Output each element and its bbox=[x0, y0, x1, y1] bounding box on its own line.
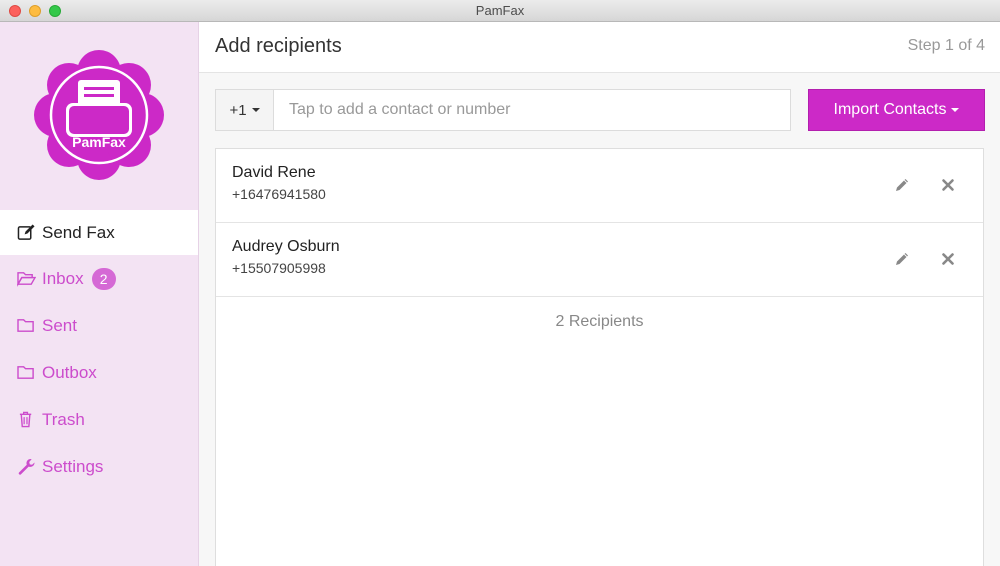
page-title: Add recipients bbox=[215, 35, 342, 57]
sidebar-item-label: Settings bbox=[42, 456, 104, 476]
sidebar-item-label: Outbox bbox=[42, 362, 97, 382]
chevron-down-icon bbox=[251, 108, 260, 112]
window-title: PamFax bbox=[475, 3, 525, 18]
sidebar-item-label: Inbox bbox=[42, 268, 84, 288]
recipient-row: David Rene +16476941580 bbox=[216, 149, 983, 223]
edit-icon bbox=[17, 224, 37, 242]
recipient-row: Audrey Osburn +15507905998 bbox=[216, 223, 983, 297]
recipients-list: David Rene +16476941580 Audrey Osburn +1… bbox=[215, 148, 984, 566]
contact-search-input[interactable] bbox=[274, 90, 790, 130]
sidebar-item-settings[interactable]: Settings bbox=[0, 443, 198, 490]
chevron-down-icon bbox=[951, 108, 960, 112]
close-icon[interactable] bbox=[940, 251, 956, 267]
recipients-count: 2 Recipients bbox=[555, 313, 644, 330]
wrench-icon bbox=[17, 458, 37, 476]
country-code-dropdown[interactable]: +1 bbox=[216, 90, 274, 130]
close-icon[interactable] bbox=[940, 177, 956, 193]
unread-count-badge: 2 bbox=[91, 267, 116, 290]
sidebar-item-label: Send Fax bbox=[42, 222, 115, 242]
country-code-value: +1 bbox=[229, 101, 247, 119]
recipient-number: +15507905998 bbox=[232, 260, 326, 276]
sidebar-item-outbox[interactable]: Outbox bbox=[0, 349, 198, 396]
logo-badge-icon bbox=[34, 50, 164, 180]
pamfax-logo: PamFax bbox=[34, 50, 164, 180]
folder-icon bbox=[17, 317, 37, 335]
logo-text: PamFax bbox=[72, 134, 126, 150]
main-content: Add recipients Step 1 of 4 +1 Import Con… bbox=[199, 22, 1000, 566]
pencil-icon[interactable] bbox=[894, 177, 910, 193]
app-window: PamFax PamFax Send Fax Inbox 2 Sent Outb… bbox=[0, 0, 1000, 566]
import-contacts-button[interactable]: Import Contacts bbox=[808, 89, 985, 131]
recipient-name: Audrey Osburn bbox=[232, 238, 340, 255]
sidebar-item-inbox[interactable]: Inbox 2 bbox=[0, 255, 198, 302]
recipients-area: +1 Import Contacts David Rene +164769415… bbox=[199, 73, 1000, 566]
sidebar-item-trash[interactable]: Trash bbox=[0, 396, 198, 443]
sidebar-item-label: Trash bbox=[42, 409, 85, 429]
folder-open-icon bbox=[17, 270, 37, 288]
sidebar-nav: Send Fax Inbox 2 Sent Outbox Trash Setti… bbox=[0, 210, 198, 490]
recipient-number: +16476941580 bbox=[232, 186, 326, 202]
folder-icon bbox=[17, 364, 37, 382]
recipient-name: David Rene bbox=[232, 164, 316, 181]
sidebar-item-sent[interactable]: Sent bbox=[0, 302, 198, 349]
sidebar-item-label: Sent bbox=[42, 315, 77, 335]
pencil-icon[interactable] bbox=[894, 251, 910, 267]
page-header: Add recipients Step 1 of 4 bbox=[199, 22, 1000, 73]
trash-icon bbox=[17, 411, 37, 429]
import-contacts-label: Import Contacts bbox=[833, 101, 947, 118]
title-bar: PamFax bbox=[0, 0, 1000, 22]
sidebar: PamFax Send Fax Inbox 2 Sent Outbox Tras… bbox=[0, 22, 199, 566]
sidebar-item-send-fax[interactable]: Send Fax bbox=[0, 210, 198, 255]
step-indicator: Step 1 of 4 bbox=[907, 37, 985, 54]
contact-input-group: +1 bbox=[215, 89, 791, 131]
